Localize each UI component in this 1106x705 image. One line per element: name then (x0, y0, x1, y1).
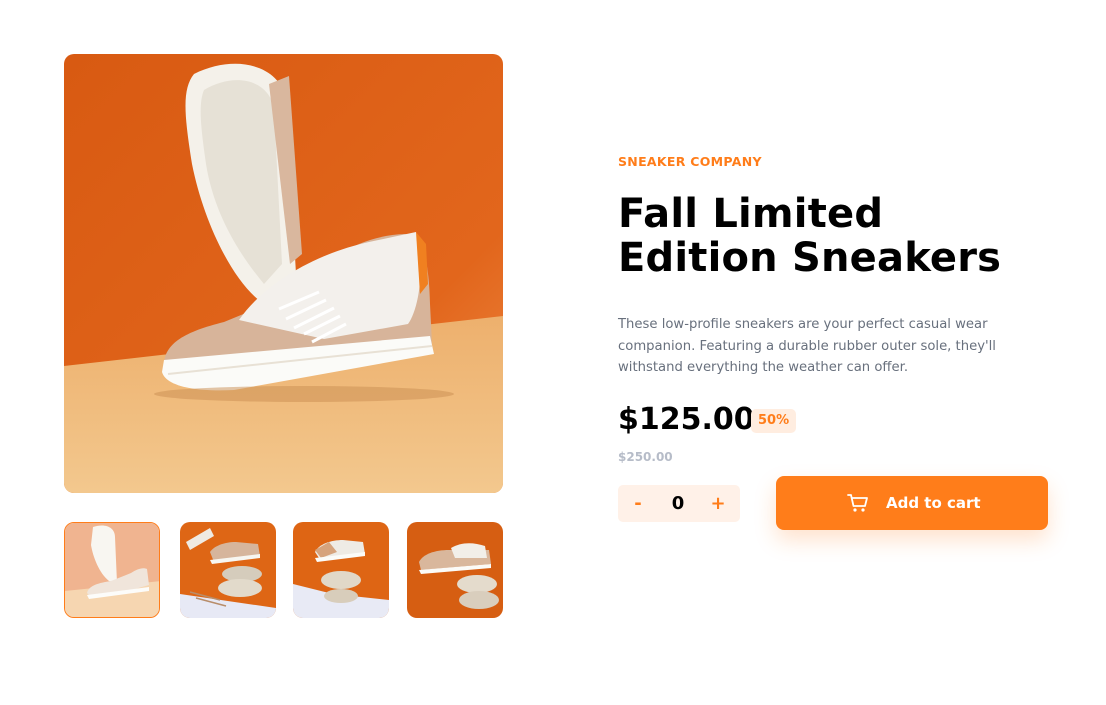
cart-icon (847, 494, 868, 512)
thumbnail-4[interactable] (407, 522, 503, 618)
add-to-cart-button[interactable]: Add to cart (776, 476, 1048, 530)
increase-quantity-button[interactable]: + (700, 485, 736, 522)
thumbnail-3[interactable] (293, 522, 389, 618)
discount-badge: 50% (751, 409, 797, 433)
price-row: $125.00 50% (618, 402, 918, 442)
add-to-cart-label: Add to cart (886, 494, 981, 512)
product-description: These low-profile sneakers are your perf… (618, 317, 996, 375)
thumbnail-strip (64, 522, 503, 618)
original-price: $250.00 (618, 450, 673, 464)
company-name: SNEAKER COMPANY (618, 154, 762, 169)
thumbnail-1[interactable] (64, 522, 160, 618)
thumbnail-2[interactable] (180, 522, 276, 618)
decrease-quantity-button[interactable]: - (620, 485, 656, 522)
main-product-image[interactable] (64, 54, 503, 493)
quantity-stepper: - 0 + (618, 485, 740, 522)
product-title: Fall Limited Edition Sneakers (618, 191, 1002, 281)
current-price: $125.00 (618, 402, 755, 437)
quantity-value: 0 (671, 493, 685, 514)
